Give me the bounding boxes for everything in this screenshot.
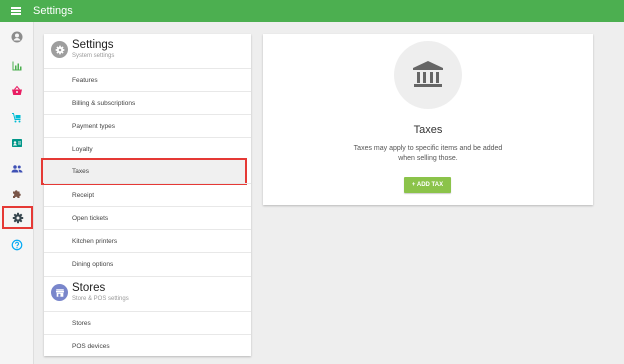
nav-employees[interactable] — [5, 158, 29, 180]
stores-section-icon — [51, 284, 68, 301]
settings-section-subtitle: System settings — [72, 53, 115, 59]
menu-item-pos-devices[interactable]: POS devices — [44, 334, 251, 357]
hamburger-menu-icon — [11, 7, 21, 15]
nav-account[interactable] — [5, 26, 29, 48]
customers-card-icon — [12, 139, 22, 147]
menu-item-open-tickets[interactable]: Open tickets — [44, 206, 251, 229]
menu-item-dining-options[interactable]: Dining options — [44, 252, 251, 275]
integrations-puzzle-icon — [13, 190, 21, 198]
settings-gear-icon — [12, 212, 23, 223]
menu-item-kitchen-printers[interactable]: Kitchen printers — [44, 229, 251, 252]
taxes-panel: Taxes Taxes may apply to specific items … — [263, 34, 593, 205]
nav-inventory[interactable] — [5, 107, 29, 129]
reports-icon — [12, 61, 22, 71]
settings-section-icon — [51, 41, 68, 58]
menu-item-taxes[interactable]: Taxes — [41, 158, 247, 185]
taxes-description: Taxes may apply to specific items and be… — [353, 145, 503, 162]
add-tax-button[interactable]: + ADD TAX — [404, 177, 451, 193]
menu-button[interactable] — [0, 0, 32, 22]
inventory-cart-icon — [12, 113, 21, 123]
nav-help[interactable] — [5, 234, 29, 256]
menu-item-receipt[interactable]: Receipt — [44, 183, 251, 206]
settings-section-title: Settings — [72, 39, 114, 51]
settings-section-header: Settings System settings — [44, 34, 251, 69]
items-basket-icon — [12, 85, 22, 95]
menu-item-loyalty[interactable]: Loyalty — [44, 137, 251, 160]
nav-customers[interactable] — [5, 132, 29, 154]
account-icon — [11, 31, 23, 43]
menu-item-billing-subscriptions[interactable]: Billing & subscriptions — [44, 91, 251, 114]
bank-building-icon — [413, 61, 443, 87]
menu-item-features[interactable]: Features — [44, 68, 251, 91]
taxes-title: Taxes — [413, 124, 443, 136]
nav-items[interactable] — [5, 80, 29, 102]
help-icon — [11, 239, 23, 251]
settings-menu-card: Settings System settings Features Billin… — [41, 34, 251, 357]
nav-reports[interactable] — [5, 55, 29, 77]
stores-section-subtitle: Store & POS settings — [72, 296, 129, 302]
employees-icon — [11, 165, 23, 173]
menu-item-payment-types[interactable]: Payment types — [44, 114, 251, 137]
taxes-icon-circle — [394, 41, 462, 109]
nav-integrations[interactable] — [5, 183, 29, 205]
gear-icon — [55, 45, 64, 54]
top-app-bar: Settings — [0, 0, 624, 22]
nav-settings[interactable] — [2, 206, 33, 229]
stores-section-header: Stores Store & POS settings — [44, 276, 251, 311]
left-navigation — [0, 22, 34, 364]
store-icon — [55, 288, 64, 297]
stores-section-title: Stores — [72, 282, 106, 294]
page-title: Settings — [33, 5, 73, 17]
menu-item-stores[interactable]: Stores — [44, 311, 251, 334]
